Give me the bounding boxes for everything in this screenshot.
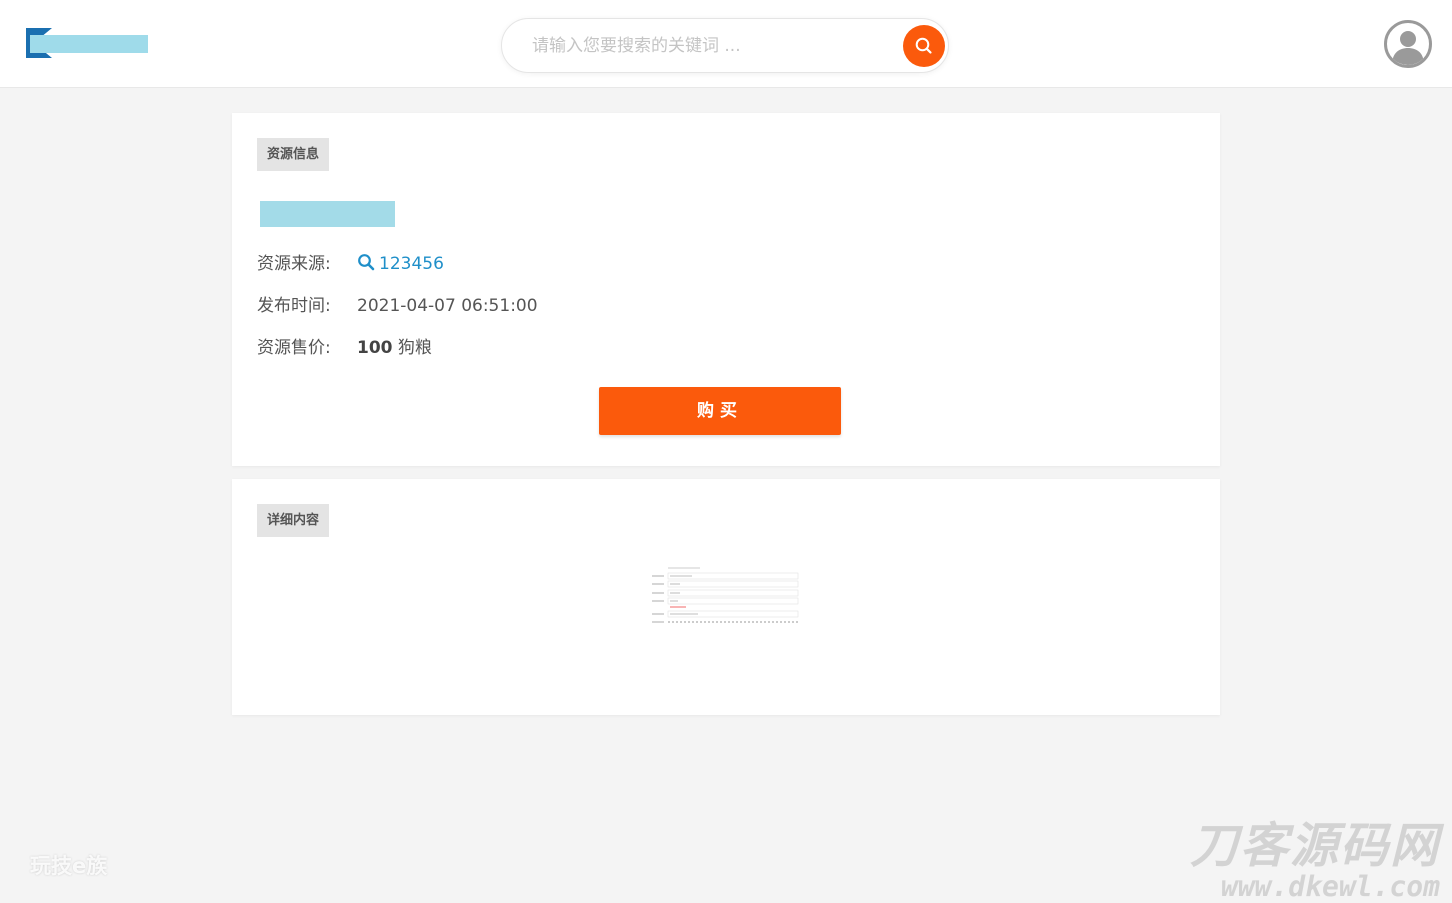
- watermark-left: 玩技e族: [30, 854, 108, 878]
- price-value: 100: [357, 338, 393, 358]
- resource-title-redacted: [260, 201, 395, 227]
- site-logo[interactable]: [26, 28, 150, 60]
- publish-time-row: 发布时间: 2021-04-07 06:51:00: [257, 294, 538, 318]
- top-header: [0, 0, 1452, 88]
- buy-button[interactable]: 购买: [599, 387, 841, 435]
- watermark-right-title: 刀客源码网: [1189, 818, 1440, 874]
- user-avatar-button[interactable]: [1384, 20, 1432, 68]
- resource-source-row: 资源来源: 123456: [257, 252, 444, 276]
- price-unit: 狗粮: [397, 338, 432, 358]
- search-icon: [915, 37, 932, 54]
- detail-content-card: 详细内容: [232, 479, 1220, 715]
- watermark-right-url: www.dkewl.com: [1220, 870, 1440, 903]
- search-input[interactable]: [532, 33, 892, 59]
- price-label: 资源售价:: [257, 338, 331, 358]
- search-button[interactable]: [903, 25, 945, 67]
- watermark-right: 刀客源码网 www.dkewl.com: [1160, 820, 1440, 902]
- source-link[interactable]: 123456: [357, 254, 444, 274]
- logo-text-redacted: [30, 35, 148, 53]
- user-avatar-icon: [1392, 31, 1424, 65]
- resource-info-tag: 资源信息: [257, 138, 330, 171]
- time-value: 2021-04-07 06:51:00: [357, 296, 538, 316]
- resource-title: [257, 198, 397, 228]
- source-label: 资源来源:: [257, 254, 331, 274]
- source-value: 123456: [379, 254, 444, 274]
- resource-info-card: 资源信息 资源来源: 123456 发布时间: 2021-04-07 06:51:0…: [232, 113, 1220, 466]
- time-label: 发布时间:: [257, 296, 331, 316]
- detail-screenshot-image: [650, 564, 802, 626]
- price-row: 资源售价: 100 狗粮: [257, 336, 432, 360]
- search-box: [501, 18, 949, 73]
- detail-content-tag: 详细内容: [257, 504, 330, 537]
- magnifier-icon: [358, 254, 375, 271]
